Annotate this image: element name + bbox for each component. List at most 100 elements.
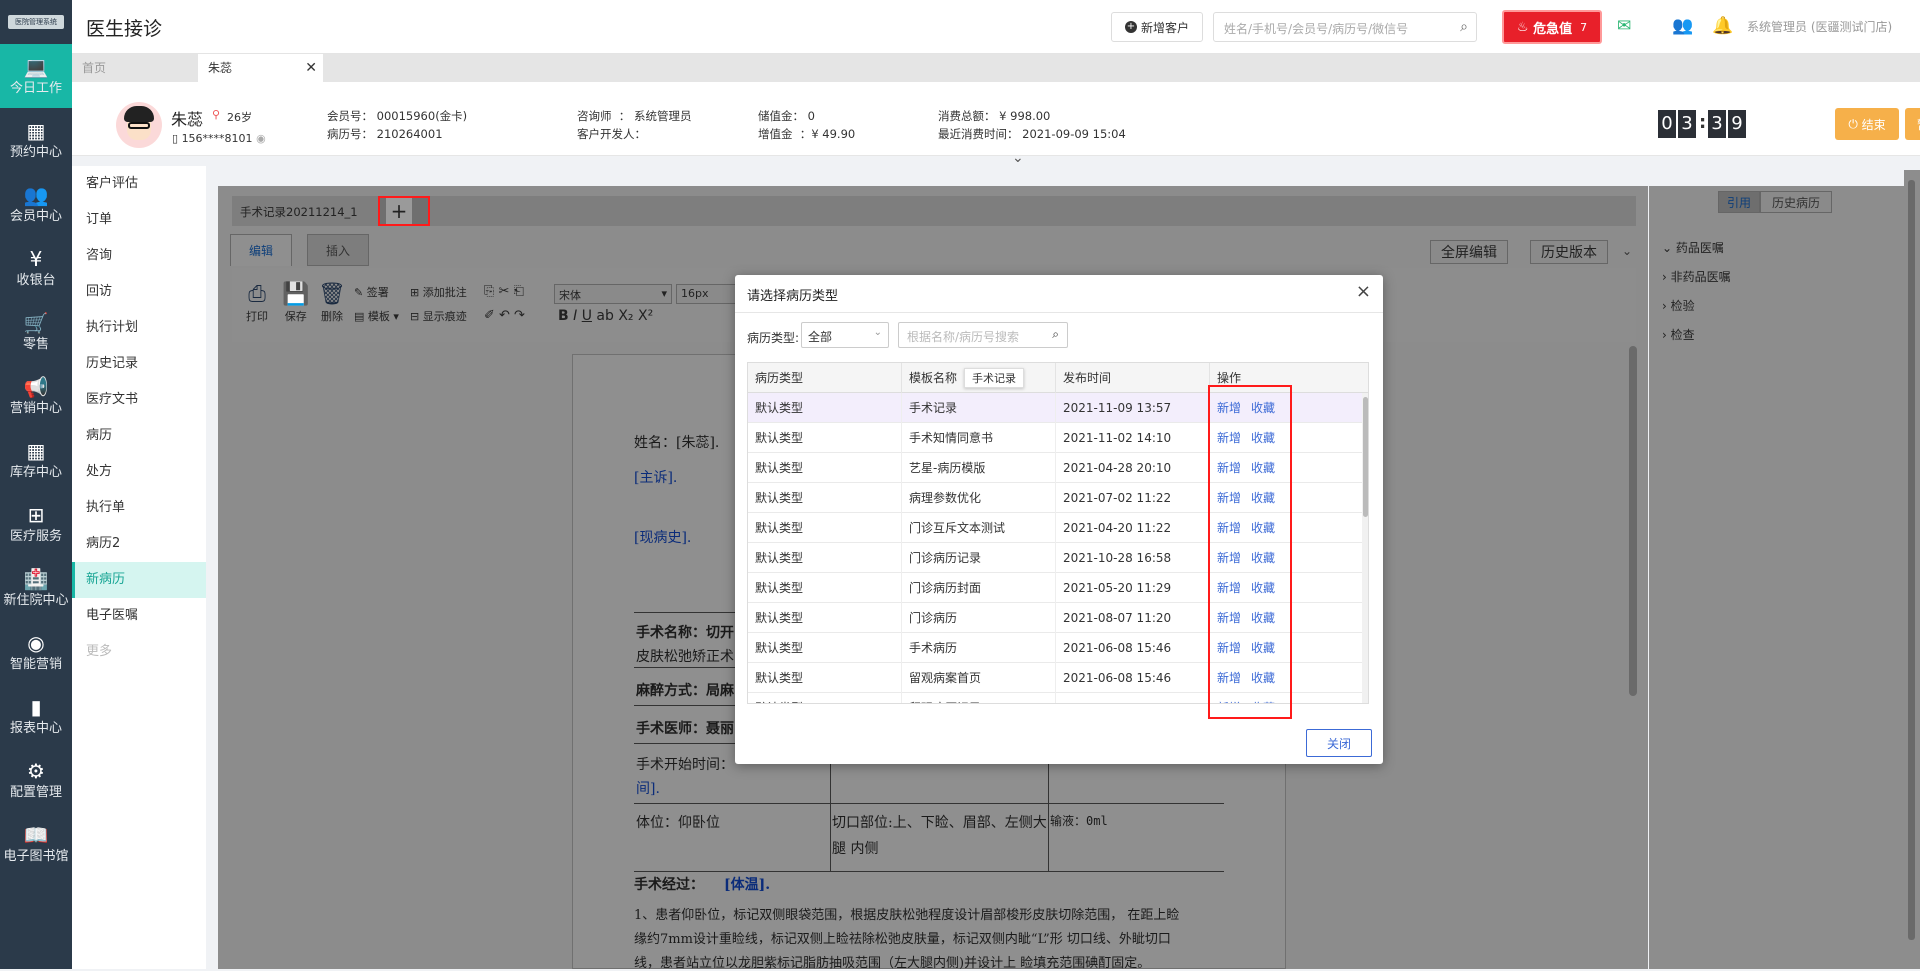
format-tools[interactable]: B I U ab X₂ X² [558,308,653,324]
sub-nav-item[interactable]: 处方 [72,454,206,490]
sub-nav-item[interactable]: 电子医嘱 [72,598,206,634]
close-icon[interactable]: ✕ [305,54,317,82]
document-scrollbar[interactable] [1629,346,1637,696]
current-user[interactable]: 系统管理员 (医疆测试门店) [1747,18,1892,35]
sign-button[interactable]: ✎ 签署 [354,284,389,300]
doc-position[interactable]: 体位：仰卧位 [636,812,720,832]
nav-item-1[interactable]: ▦ 预约中心 [0,108,72,172]
doc-site[interactable]: 切口部位:上、下睑、眉部、左侧大 [832,812,1047,832]
critical-value-button[interactable]: ♨ 危急值 7 [1502,10,1602,44]
doc-doctor[interactable]: 手术医师：聂丽 [636,718,734,738]
doc-site2[interactable]: 腿 内侧 [832,838,878,858]
new-customer-button[interactable]: + 新增客户 [1111,12,1203,42]
nav-item-5[interactable]: 📢 营销中心 [0,364,72,428]
doc-surgery-name2[interactable]: 皮肤松弛矫正术 [636,646,734,666]
cell-type: 默认类型 [748,573,902,603]
end-button[interactable]: ⏻ 结束 [1835,108,1899,140]
chevron-down-icon[interactable]: ⌄ [1012,150,1024,166]
bell-icon[interactable]: 🔔 [1712,16,1733,36]
sub-nav-item[interactable]: 执行计划 [72,310,206,346]
nav-item-2[interactable]: 👥 会员中心 [0,172,72,236]
table-scrollbar[interactable] [1362,393,1368,703]
doc-chief-complaint[interactable]: [主诉]. [634,467,677,487]
tab-home[interactable]: 首页 [72,54,197,82]
undo-redo-tools[interactable]: ✐ ↶ ↷ [484,308,525,323]
nav-item-3[interactable]: ¥ 收银台 [0,236,72,300]
close-icon[interactable]: × [1356,281,1371,302]
nav-item-0[interactable]: 💻 今日工作 [0,44,72,108]
tab-insert[interactable]: 插入 [307,234,370,266]
doc-process[interactable]: 手术经过： [634,874,704,894]
sub-nav-item[interactable]: 病历 [72,418,206,454]
sub-nav-item[interactable]: 医疗文书 [72,382,206,418]
doc-name-line[interactable]: 姓名：[朱蕊]. [634,432,719,452]
add-note-button[interactable]: ⊞ 添加批注 [410,284,467,300]
sub-nav-item[interactable]: 回访 [72,274,206,310]
wechat-icon[interactable]: ✉ [1617,16,1631,36]
tab-edit[interactable]: 编辑 [230,234,293,266]
fullscreen-edit-button[interactable]: 全屏编辑 [1430,240,1508,264]
chevron-down-icon[interactable]: ⌄ [1622,244,1632,258]
show-trace-button[interactable]: ⊟ 显示痕迹 [410,308,467,324]
sub-nav-item[interactable]: 咨询 [72,238,206,274]
print-button[interactable]: ⎙ 打印 [246,282,268,324]
sub-nav-item[interactable]: 更多 [72,634,206,670]
template-button[interactable]: ▤ 模板 ▾ [354,308,399,324]
record-type-select[interactable]: 全部 ⌄ [801,322,889,348]
tab-history-records[interactable]: 历史病历 [1760,191,1832,213]
cell-type: 默认类型 [748,423,902,453]
tab-patient[interactable]: 朱蕊 ✕ [198,54,323,82]
nav-item-12[interactable]: 📖 电子图书馆 [0,812,72,876]
sub-nav-item[interactable]: 病历2 [72,526,206,562]
nav-item-8[interactable]: 🏥 新住院中心 [0,556,72,620]
nav-item-11[interactable]: ⚙ 配置管理 [0,748,72,812]
doc-anesthesia[interactable]: 麻醉方式：局麻 [636,680,734,700]
history-version-button[interactable]: 历史版本 [1530,240,1608,264]
clipboard-tools[interactable]: ⎘ ✂ ⎗ [484,284,524,299]
tree-item[interactable]: › 检查 [1662,326,1695,343]
search-icon[interactable]: ⌕ [1460,19,1468,35]
nav-item-6[interactable]: ▦ 库存中心 [0,428,72,492]
sub-nav-item[interactable]: 执行单 [72,490,206,526]
tab-record[interactable]: 手术记录20211214_1 [240,204,358,220]
doc-start-time[interactable]: 手术开始时间： [636,754,734,774]
font-size-select[interactable]: 16px [676,284,736,304]
search-icon[interactable]: ⌕ [1052,327,1059,342]
doc-paragraph[interactable]: 线，患者站立位以龙胆紫标记脂肪抽吸范围（左大腿内侧)并设计上 睑填充范围碘酊固定… [634,952,1150,971]
nav-item-7[interactable]: ⊞ 医疗服务 [0,492,72,556]
tree-item[interactable]: › 检验 [1662,297,1695,314]
page-scrollbar[interactable] [1904,170,1920,969]
tree-item[interactable]: ⌄ 药品医嘱 [1662,239,1724,256]
nav-item-9[interactable]: ◉ 智能营销 [0,620,72,684]
phone-icon: ▯ [172,132,182,145]
doc-temp[interactable]: [体温]. [724,874,770,894]
nav-item-4[interactable]: 🛒 零售 [0,300,72,364]
global-search-input[interactable]: 姓名/手机号/会员号/病历号/微信号 ⌕ [1213,12,1477,42]
avatar [116,102,162,148]
delete-button[interactable]: 🗑 删除 [318,282,346,324]
users-icon[interactable]: 👥 [1672,16,1693,36]
eye-icon[interactable]: ◉ [256,132,266,145]
doc-infusion[interactable]: 输液：0ml [1050,812,1108,829]
sub-nav-item[interactable]: 订单 [72,202,206,238]
font-select[interactable]: 宋体 ▾ [554,284,672,304]
doc-present-history[interactable]: [现病史]. [634,527,691,547]
pause-button[interactable]: 暂停 [1905,108,1920,140]
close-button[interactable]: 关闭 [1306,729,1372,757]
column-header: 病历类型 [748,363,902,393]
nav-item-10[interactable]: ▮ 报表中心 [0,684,72,748]
template-search-input[interactable]: 根据名称/病历号搜索 ⌕ [898,322,1068,348]
save-button[interactable]: 💾 保存 [282,282,309,324]
sub-nav-item[interactable]: 客户评估 [72,166,206,202]
sub-nav-item[interactable]: 历史记录 [72,346,206,382]
tab-quote[interactable]: 引用 [1718,191,1760,213]
doc-paragraph[interactable]: 1、患者仰卧位，标记双侧眼袋范围，根据皮肤松弛程度设计眉部梭形皮肤切除范围， 在… [634,904,1179,923]
chevron-icon: › [1662,270,1671,284]
doc-start-time2[interactable]: 间]. [636,778,660,798]
sub-nav-item[interactable]: 新病历 [72,562,206,598]
add-record-button[interactable]: + [378,196,430,226]
doc-surgery-name[interactable]: 手术名称：切开 [636,622,734,642]
tree-item[interactable]: › 非药品医嘱 [1662,268,1731,285]
printer-icon: ⎙ [248,282,266,307]
doc-paragraph[interactable]: 缘约7mm设计重睑线，标记双侧上睑祛除松弛皮肤量，标记双侧内眦“L”形 切口线、… [634,928,1171,947]
